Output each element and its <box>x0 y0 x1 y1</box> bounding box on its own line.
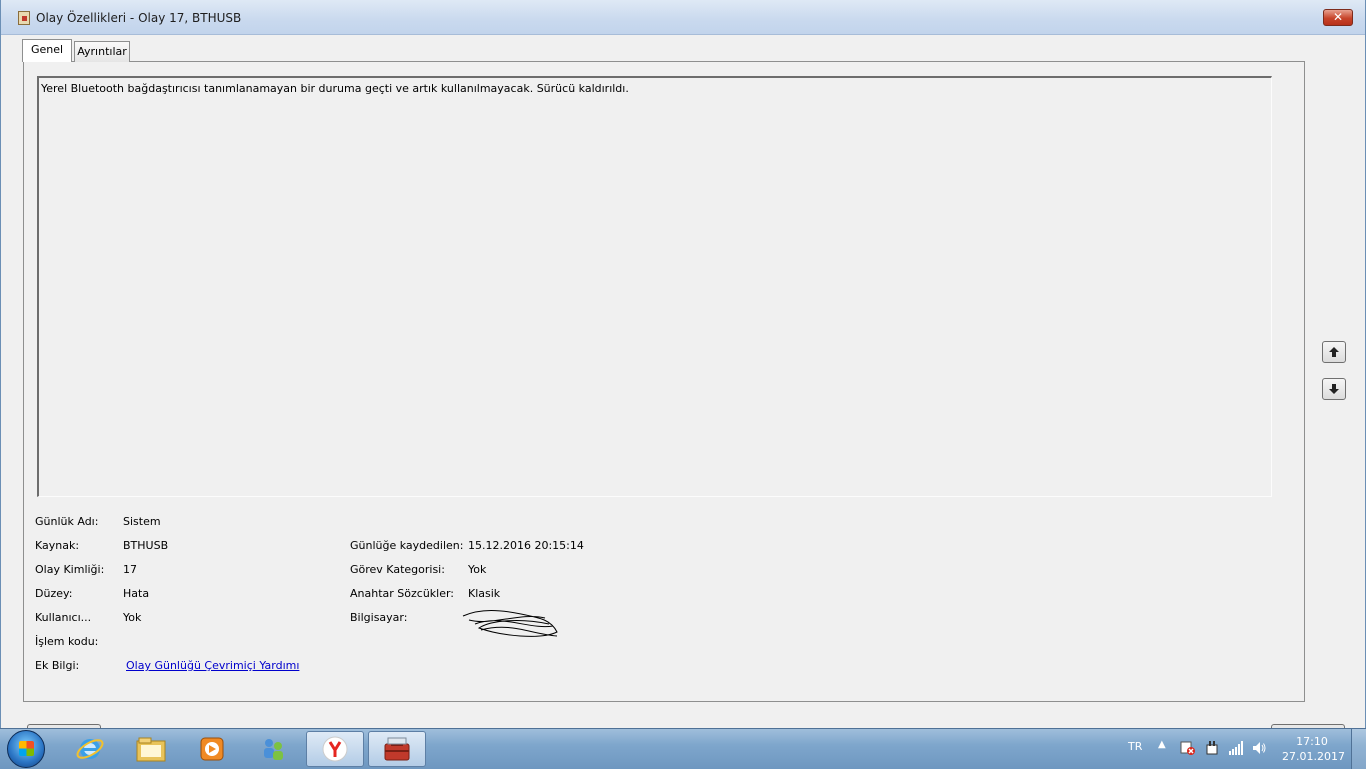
previous-event-button[interactable] <box>1322 341 1346 363</box>
yandex-browser-icon <box>322 736 348 762</box>
online-help-link[interactable]: Olay Günlüğü Çevrimiçi Yardımı <box>126 659 299 672</box>
event-description-text: Yerel Bluetooth bağdaştırıcısı tanımlana… <box>41 82 629 95</box>
tab-general[interactable]: Genel <box>22 39 72 62</box>
clock-time: 17:10 <box>1296 735 1328 748</box>
logged-value: 15.12.2016 20:15:14 <box>468 539 584 552</box>
keywords-value: Klasik <box>468 587 501 600</box>
show-hidden-icons-button[interactable]: ▲ <box>1158 739 1166 750</box>
taskbar-yandex-browser[interactable] <box>306 731 364 767</box>
taskbar-internet-explorer[interactable] <box>61 731 119 767</box>
redacted-computer-name-scribble <box>462 610 558 637</box>
event-properties-window: Olay Özellikleri - Olay 17, BTHUSB ✕ Gen… <box>0 0 1366 732</box>
taskbar-media-player[interactable] <box>183 731 241 767</box>
event-id-value: 17 <box>123 563 137 576</box>
level-value: Hata <box>123 587 150 600</box>
logged-label: Günlüğe kaydedilen: <box>350 539 464 552</box>
file-explorer-icon <box>136 737 166 762</box>
more-info-label: Ek Bilgi: <box>35 659 80 672</box>
computer-label: Bilgisayar: <box>350 611 408 624</box>
arrow-up-icon <box>1329 347 1339 357</box>
tab-details[interactable]: Ayrıntılar <box>74 41 130 62</box>
start-button[interactable] <box>7 730 45 768</box>
internet-explorer-icon <box>76 739 104 759</box>
level-label: Düzey: <box>35 587 73 600</box>
source-label: Kaynak: <box>35 539 80 552</box>
log-name-label: Günlük Adı: <box>35 515 99 528</box>
opcode-label: İşlem kodu: <box>35 635 99 648</box>
user-value: Yok <box>123 611 142 624</box>
volume-icon[interactable] <box>1251 740 1267 756</box>
power-plug-icon[interactable] <box>1204 740 1220 756</box>
windows-logo-icon <box>19 741 34 756</box>
task-category-value: Yok <box>468 563 487 576</box>
media-player-icon <box>200 737 224 761</box>
event-viewer-icon <box>18 11 30 25</box>
task-category-label: Görev Kategorisi: <box>350 563 445 576</box>
taskbar: TR ▲ 17:10 27.01.2017 <box>0 728 1366 769</box>
next-event-button[interactable] <box>1322 378 1346 400</box>
keywords-label: Anahtar Sözcükler: <box>350 587 455 600</box>
event-description-box[interactable]: Yerel Bluetooth bağdaştırıcısı tanımlana… <box>37 76 1272 497</box>
event-id-label: Olay Kimliği: <box>35 563 105 576</box>
action-center-error-icon[interactable] <box>1180 740 1196 756</box>
arrow-down-icon <box>1329 384 1339 394</box>
clock-date: 27.01.2017 <box>1282 750 1345 763</box>
network-people-icon <box>264 739 283 760</box>
event-viewer-toolbox-icon <box>384 737 410 761</box>
close-button[interactable]: ✕ <box>1323 9 1353 26</box>
log-name-value: Sistem <box>123 515 161 528</box>
user-label: Kullanıcı... <box>35 611 92 624</box>
language-indicator[interactable]: TR <box>1128 740 1142 753</box>
taskbar-event-viewer[interactable] <box>368 731 426 767</box>
taskbar-network-people[interactable] <box>244 731 302 767</box>
system-clock[interactable]: 17:10 27.01.2017 <box>1282 734 1345 764</box>
title-bar[interactable]: Olay Özellikleri - Olay 17, BTHUSB ✕ <box>1 0 1365 35</box>
source-value: BTHUSB <box>123 539 169 552</box>
window-title: Olay Özellikleri - Olay 17, BTHUSB <box>36 11 242 25</box>
show-desktop-button[interactable] <box>1351 729 1366 769</box>
taskbar-file-explorer[interactable] <box>122 731 180 767</box>
network-signal-icon[interactable] <box>1228 740 1244 756</box>
